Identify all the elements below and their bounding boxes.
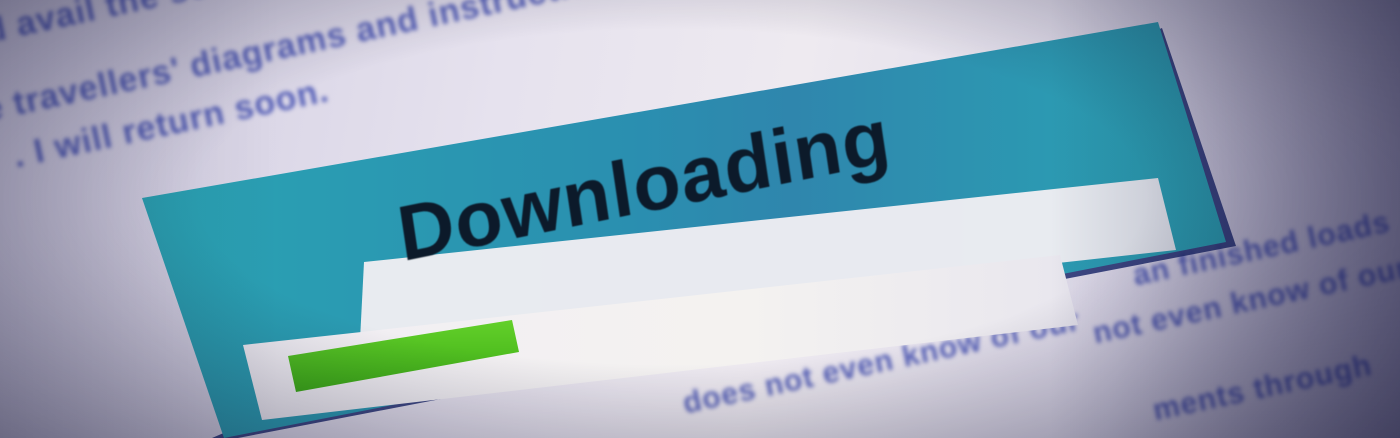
screen: nd avail the seats under e travellers' d… — [0, 0, 1400, 438]
